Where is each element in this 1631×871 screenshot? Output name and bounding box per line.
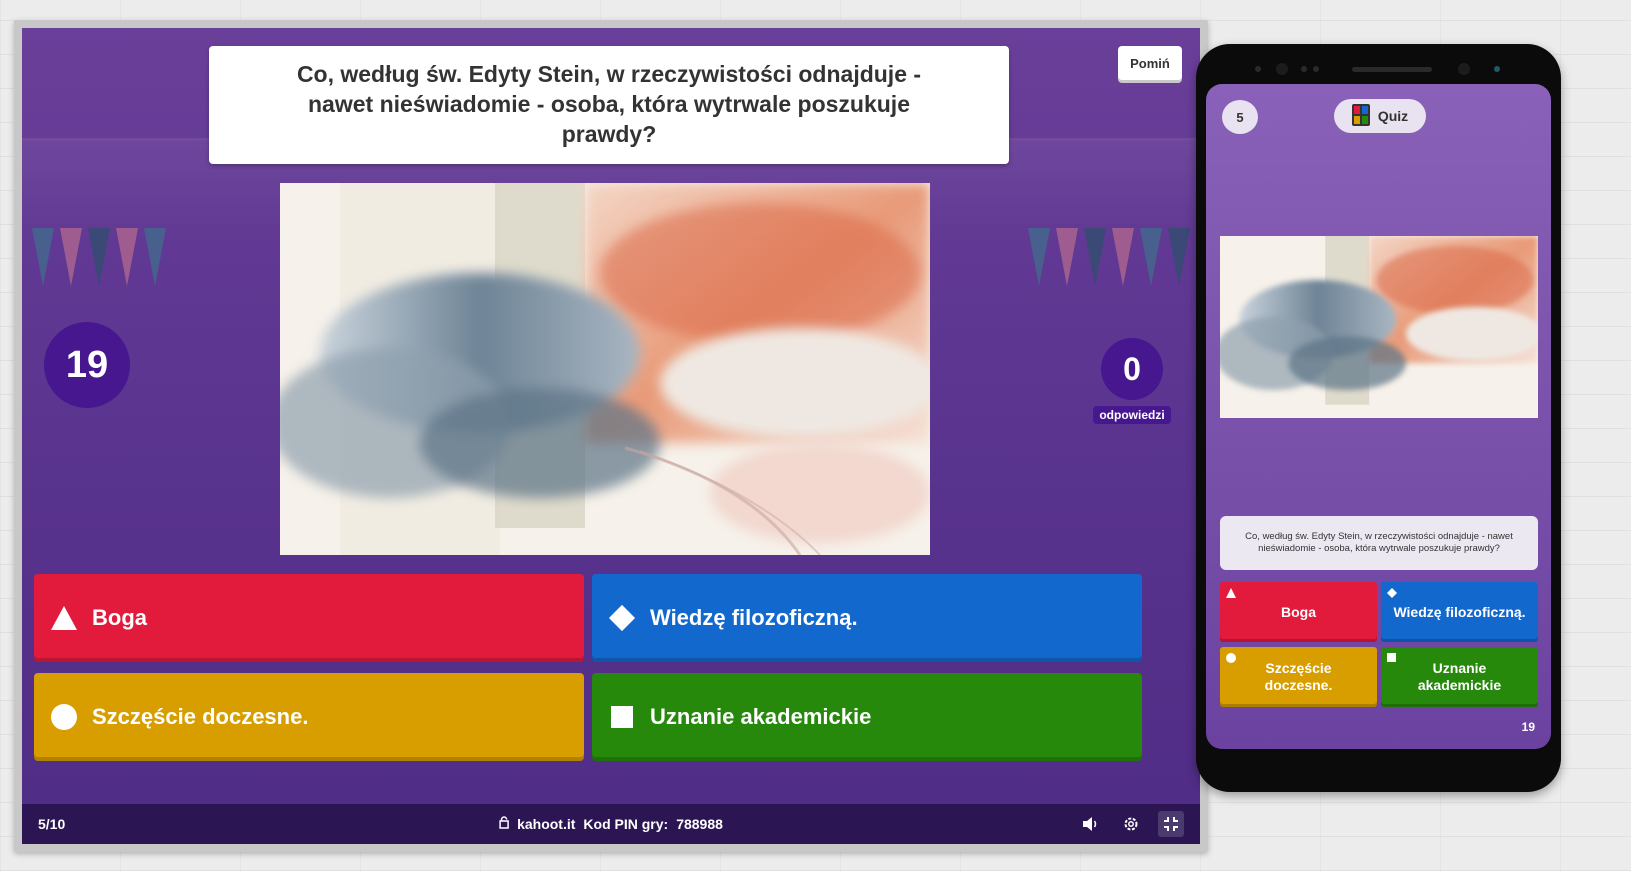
game-pin-info: kahoot.it Kod PIN gry: 788988 — [499, 816, 723, 832]
answer-button-red[interactable]: Boga — [34, 574, 584, 662]
answer-button-green[interactable]: Uznanie akademickie — [592, 673, 1142, 761]
settings-icon[interactable] — [1118, 811, 1144, 837]
circle-icon — [1226, 653, 1236, 663]
quiz-icon — [1351, 103, 1370, 129]
answer-label: Szczęście doczesne. — [92, 704, 309, 729]
answers-count-label: odpowiedzi — [1093, 406, 1171, 424]
pennant-decoration — [1028, 228, 1190, 286]
circle-icon — [50, 703, 78, 731]
phone-answer-yellow[interactable]: Szczęście doczesne. — [1220, 647, 1377, 707]
answer-label: Wiedzę filozoficzną. — [650, 605, 858, 630]
site-url: kahoot.it — [517, 816, 576, 832]
diamond-icon — [1387, 588, 1397, 598]
triangle-icon — [50, 604, 78, 632]
host-screen: Co, według św. Edyty Stein, w rzeczywist… — [14, 20, 1208, 852]
question-image — [280, 183, 930, 555]
answer-label: Boga — [1281, 603, 1316, 620]
triangle-icon — [1226, 588, 1236, 598]
answers-count-value: 0 — [1101, 338, 1163, 400]
player-count-badge: 5 — [1222, 100, 1258, 134]
question-progress: 5/10 — [38, 816, 66, 832]
pin-label: Kod PIN gry: — [583, 816, 669, 832]
phone-answer-green[interactable]: Uznanie akademickie — [1381, 647, 1538, 707]
game-pin: 788988 — [676, 816, 723, 832]
watercolor-clouds-image — [1220, 236, 1538, 418]
volume-icon[interactable] — [1078, 811, 1104, 837]
phone-screen: 5 Quiz Co, według św. Edyty Stein, w rze… — [1206, 84, 1551, 749]
game-footer: 5/10 kahoot.it Kod PIN gry: 788988 — [22, 804, 1200, 844]
answer-button-blue[interactable]: Wiedzę filozoficzną. — [592, 574, 1142, 662]
answer-label: Uznanie akademickie — [1417, 660, 1502, 693]
question-image — [1220, 236, 1538, 418]
phone-camera-bar — [1255, 63, 1500, 75]
answer-label: Szczęście doczesne. — [1264, 660, 1333, 693]
skip-button[interactable]: Pomiń — [1118, 46, 1182, 80]
square-icon — [1387, 653, 1397, 663]
phone-question-text: Co, według św. Edyty Stein, w rzeczywist… — [1220, 516, 1538, 570]
quiz-mode-label: Quiz — [1377, 108, 1409, 124]
square-icon — [608, 703, 636, 731]
answer-label: Uznanie akademickie — [650, 704, 872, 729]
answer-label: Wiedzę filozoficzną. — [1393, 603, 1526, 620]
phone-answer-red[interactable]: Boga — [1220, 582, 1377, 642]
quiz-mode-badge: Quiz — [1334, 99, 1426, 133]
lock-icon — [499, 816, 509, 832]
fullscreen-exit-icon[interactable] — [1158, 811, 1184, 837]
watercolor-clouds-image — [280, 183, 930, 555]
countdown-timer: 19 — [44, 322, 130, 408]
question-title: Co, według św. Edyty Stein, w rzeczywist… — [209, 46, 1009, 164]
phone-preview: 5 Quiz Co, według św. Edyty Stein, w rze… — [1196, 44, 1561, 792]
answer-label: Boga — [92, 605, 147, 630]
phone-timer: 19 — [1521, 720, 1535, 734]
answers-counter: 0 odpowiedzi — [1088, 338, 1176, 424]
answer-button-yellow[interactable]: Szczęście doczesne. — [34, 673, 584, 761]
diamond-icon — [608, 604, 636, 632]
pennant-decoration — [32, 228, 166, 286]
phone-answer-blue[interactable]: Wiedzę filozoficzną. — [1381, 582, 1538, 642]
